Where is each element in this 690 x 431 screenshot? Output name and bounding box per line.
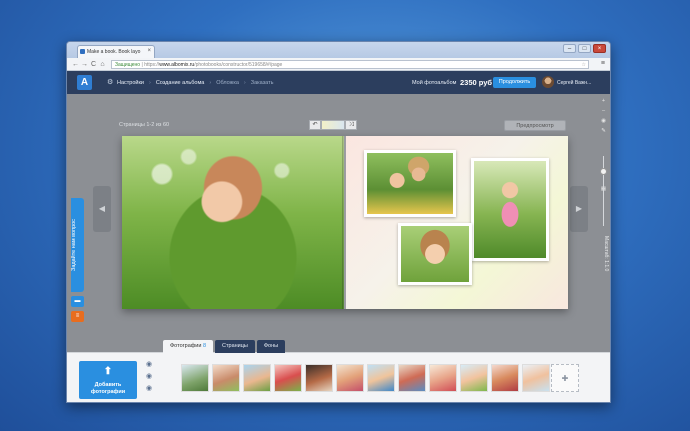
add-photos-line1: Добавить	[94, 382, 122, 388]
add-photos-line2: фотографии	[90, 389, 126, 395]
browser-menu-icon[interactable]: ≡	[601, 60, 605, 67]
breadcrumb-separator: ›	[209, 80, 212, 86]
photo-thumbnail[interactable]	[460, 364, 488, 392]
address-scheme: https://	[144, 62, 160, 68]
breadcrumb-separator: ›	[148, 80, 151, 86]
forward-button[interactable]: →	[80, 61, 89, 68]
breadcrumb-order[interactable]: Заказать	[251, 80, 274, 86]
shuffle-button[interactable]: ⤨	[345, 120, 357, 130]
tab-photos-label: Фотографии	[170, 343, 202, 349]
address-host: www.albomix.ru	[159, 62, 195, 68]
breadcrumb-cover[interactable]: Обложка	[216, 80, 239, 86]
photo-thumbnails	[181, 364, 550, 392]
zoom-slider-handle[interactable]	[600, 168, 607, 175]
right-page	[346, 136, 568, 309]
tab-photos[interactable]: Фотографии 8	[163, 340, 214, 353]
address-divider: |	[141, 62, 143, 68]
right-rail: + – ◉ ✎ ▦ Масштаб: 1:1.0	[595, 94, 610, 352]
maximize-button[interactable]: □	[578, 44, 591, 53]
gear-icon[interactable]: ⚙	[107, 78, 113, 86]
avatar[interactable]	[542, 76, 554, 88]
support-tab-label: Задайте нам вопрос	[71, 219, 77, 271]
user-name[interactable]: Сергей Важн...	[557, 80, 591, 86]
browser-window: Make a book. Book layo × – □ × ← → C ⌂ З…	[66, 41, 611, 403]
previous-page-arrow[interactable]: ◀	[93, 186, 111, 232]
back-button[interactable]: ←	[71, 61, 80, 68]
favicon-icon	[80, 49, 85, 54]
photo-slot[interactable]	[398, 223, 472, 285]
breadcrumb-settings[interactable]: Настройки	[117, 80, 144, 86]
tab-photos-count: 8	[202, 343, 207, 349]
tab-pages[interactable]: Страницы	[215, 340, 255, 353]
my-album-label: Мой фотоальбом	[412, 80, 457, 86]
address-secure-label: Защищено	[115, 62, 141, 68]
tab-strip: Make a book. Book layo × – □ ×	[67, 42, 610, 58]
close-window-button[interactable]: ×	[593, 44, 606, 53]
visibility-filters: ◉ ◉ ◉	[145, 361, 153, 393]
tab-close-icon[interactable]: ×	[147, 48, 151, 54]
zoom-out-icon[interactable]: –	[600, 108, 607, 115]
photo-thumbnail[interactable]	[212, 364, 240, 392]
breadcrumb: Настройки › Создание альбома › Обложка ›…	[117, 80, 274, 86]
address-bar[interactable]: Защищено | https://www.albomix.ru/photob…	[111, 60, 589, 69]
tab-title: Make a book. Book layo	[87, 49, 141, 55]
next-page-arrow[interactable]: ▶	[570, 186, 588, 232]
zoom-slider-track[interactable]	[603, 156, 604, 226]
breadcrumb-separator: ›	[243, 80, 246, 86]
browser-tab[interactable]: Make a book. Book layo ×	[77, 45, 155, 58]
media-tabs: Фотографии 8 Страницы Фоны	[163, 340, 286, 353]
add-photos-button[interactable]: ⬆ Добавить фотографии	[79, 361, 137, 399]
tab-backgrounds[interactable]: Фоны	[256, 340, 286, 353]
photo-thumbnail[interactable]	[305, 364, 333, 392]
window-controls: – □ ×	[563, 44, 606, 53]
bookmark-star-icon[interactable]: ☆	[582, 61, 586, 68]
pencil-icon[interactable]: ✎	[600, 128, 607, 135]
eye-icon[interactable]: ◉	[600, 118, 607, 125]
address-path: /photobooks/constructor/519658/#/page	[194, 62, 283, 68]
album-price: 2350 руб	[460, 78, 493, 87]
support-tab[interactable]: Задайте нам вопрос	[71, 198, 84, 292]
zoom-label: Масштаб: 1:1.0	[603, 236, 609, 272]
album-editor: ★ Задайте нам вопрос ▬ ≡ ▦ T ♛ Страницы …	[67, 94, 610, 352]
page-range-label: Страницы 1-2 из 60	[119, 122, 170, 128]
photo-thumbnail[interactable]	[181, 364, 209, 392]
minimize-button[interactable]: –	[563, 44, 576, 53]
undo-toolbar: ↶ ⤨	[309, 120, 357, 130]
photobook-spread	[122, 136, 568, 309]
photo-thumbnail[interactable]	[491, 364, 519, 392]
photo-slot[interactable]	[364, 150, 456, 217]
continue-button[interactable]: Продолжить	[493, 77, 536, 88]
photo-thumbnail[interactable]	[429, 364, 457, 392]
upload-icon: ⬆	[103, 366, 113, 377]
albomix-logo[interactable]: A	[77, 75, 92, 90]
chat-icon[interactable]: ▬	[71, 296, 84, 307]
photo-thumbnail[interactable]	[243, 364, 271, 392]
feedback-icon[interactable]: ≡	[71, 311, 84, 322]
photo-thumbnail[interactable]	[274, 364, 302, 392]
media-panel: Фотографии 8 Страницы Фоны ⬆ Добавить фо…	[67, 340, 610, 402]
left-page-photo[interactable]	[122, 136, 344, 309]
reload-button[interactable]: C	[89, 61, 98, 68]
photo-thumbnail[interactable]	[367, 364, 395, 392]
eye-icon[interactable]: ◉	[145, 373, 153, 381]
zoom-in-icon[interactable]: +	[600, 98, 607, 105]
photo-slot[interactable]	[471, 158, 549, 261]
undo-button[interactable]: ↶	[309, 120, 321, 130]
app-header: A ⚙ Настройки › Создание альбома › Облож…	[67, 71, 610, 94]
eye-icon[interactable]: ◉	[145, 385, 153, 393]
breadcrumb-create-album[interactable]: Создание альбома	[156, 80, 205, 86]
home-button[interactable]: ⌂	[98, 61, 107, 68]
background-swatch[interactable]	[321, 120, 345, 130]
photo-thumbnail[interactable]	[522, 364, 550, 392]
browser-toolbar: ← → C ⌂ Защищено | https://www.albomix.r…	[67, 58, 610, 71]
add-photo-slot[interactable]: ✚	[551, 364, 579, 392]
photo-thumbnail[interactable]	[398, 364, 426, 392]
photo-thumbnail[interactable]	[336, 364, 364, 392]
eye-icon[interactable]: ◉	[145, 361, 153, 369]
preview-button[interactable]: Предпросмотр	[504, 120, 566, 131]
